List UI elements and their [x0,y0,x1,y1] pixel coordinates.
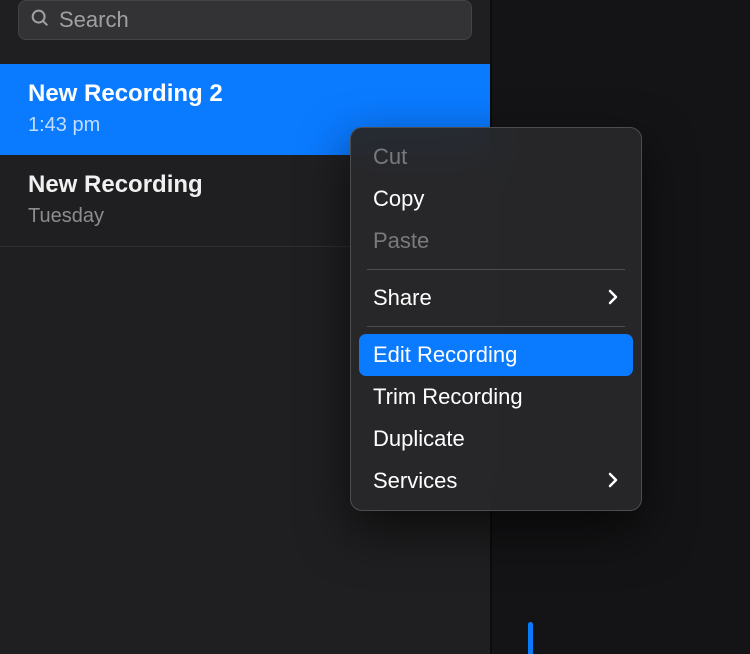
search-icon [29,7,51,34]
menu-item-label: Paste [373,228,429,254]
chevron-right-icon [607,468,619,494]
menu-item-services[interactable]: Services [359,460,633,502]
menu-item-edit-recording[interactable]: Edit Recording [359,334,633,376]
menu-item-label: Share [373,285,432,311]
menu-item-label: Edit Recording [373,342,517,368]
menu-item-label: Services [373,468,457,494]
playhead-indicator[interactable] [528,622,533,654]
recording-title: New Recording 2 [28,80,462,108]
menu-separator [367,326,625,327]
menu-item-label: Copy [373,186,424,212]
menu-item-copy[interactable]: Copy [359,178,633,220]
menu-item-cut: Cut [359,136,633,178]
chevron-right-icon [607,285,619,311]
menu-item-share[interactable]: Share [359,277,633,319]
menu-item-paste: Paste [359,220,633,262]
menu-item-duplicate[interactable]: Duplicate [359,418,633,460]
context-menu: Cut Copy Paste Share Edit Recording Trim… [350,127,642,511]
menu-item-label: Duplicate [373,426,465,452]
menu-separator [367,269,625,270]
menu-item-label: Trim Recording [373,384,523,410]
menu-item-trim-recording[interactable]: Trim Recording [359,376,633,418]
search-field[interactable] [18,0,472,40]
menu-item-label: Cut [373,144,407,170]
search-input[interactable] [59,7,461,33]
